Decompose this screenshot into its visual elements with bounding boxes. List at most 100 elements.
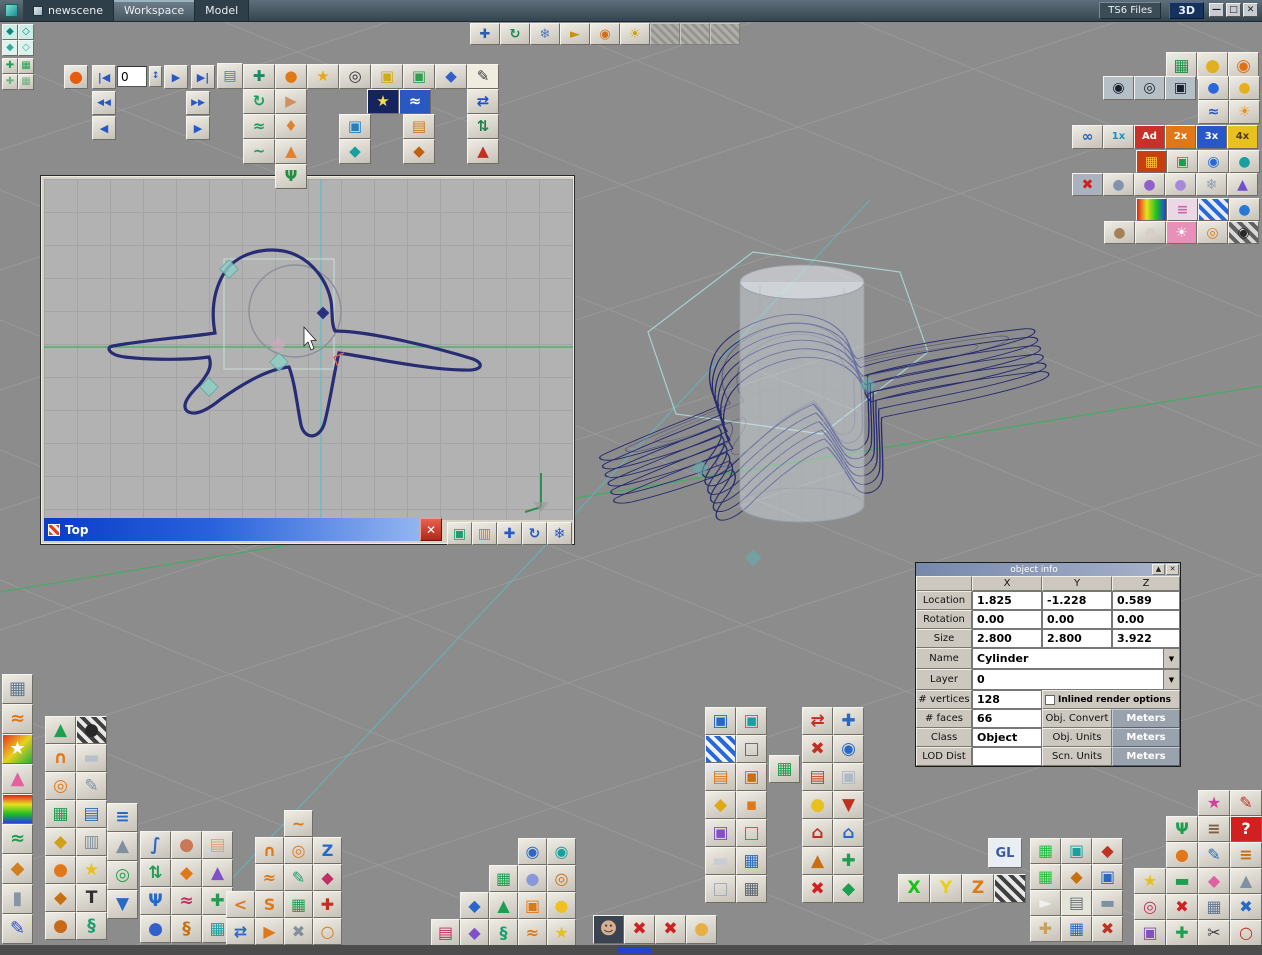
- notepad-icon[interactable]: ▤: [1061, 890, 1092, 916]
- render-object-icon[interactable]: ▣: [1165, 76, 1196, 100]
- checker-toggle-icon[interactable]: [994, 874, 1026, 903]
- axis-z-button[interactable]: Z: [962, 874, 994, 903]
- point-select-icon[interactable]: ◇: [18, 24, 34, 40]
- knife-tool-icon[interactable]: ▲: [1230, 868, 1262, 894]
- particle-balls-icon[interactable]: ●: [1134, 173, 1165, 196]
- fiber-tool-icon[interactable]: Ψ: [1166, 816, 1198, 842]
- cylinder-tool-icon[interactable]: ▮: [2, 884, 33, 914]
- lathe-tool-icon[interactable]: ◎: [107, 861, 138, 890]
- spray2-tool-icon[interactable]: ★: [1134, 868, 1166, 894]
- water-tool-icon[interactable]: ≈: [399, 89, 431, 114]
- workspace-tab[interactable]: Workspace: [114, 0, 195, 21]
- ts6-files-button[interactable]: TS6 Files: [1099, 2, 1161, 19]
- flex-tool-icon[interactable]: ≈: [171, 887, 202, 915]
- uv-projection-icon[interactable]: ▦: [2, 674, 33, 704]
- white-cube-icon[interactable]: □: [736, 735, 767, 763]
- prism-material-icon[interactable]: ▲: [1227, 173, 1258, 196]
- stamp-tool-icon[interactable]: ▣: [1134, 920, 1166, 946]
- curve-tool-icon[interactable]: ~: [243, 139, 275, 164]
- minimize-button[interactable]: —: [1209, 3, 1224, 17]
- checker-sphere-icon[interactable]: ◉: [1228, 221, 1259, 244]
- glow-sun-icon[interactable]: ☀: [1229, 100, 1260, 124]
- object-move-icon[interactable]: ✚: [470, 23, 500, 45]
- torus-primitive-icon[interactable]: ◎: [339, 64, 371, 89]
- matte-sphere-icon[interactable]: ●: [1103, 173, 1134, 196]
- vertex-tool-icon[interactable]: ◆: [460, 892, 489, 919]
- deform-mesh-icon[interactable]: ≈: [518, 919, 547, 946]
- gold-vase-icon[interactable]: ◆: [45, 828, 76, 856]
- plasma-material-icon[interactable]: ▦: [1136, 150, 1167, 173]
- render-scene-icon[interactable]: ◉: [1103, 76, 1134, 100]
- hand-tool-icon[interactable]: ▶: [275, 89, 307, 114]
- point-scale-icon[interactable]: ◇: [18, 40, 34, 56]
- cursor-arrow-icon[interactable]: ►: [1030, 890, 1061, 916]
- align-tool-icon[interactable]: ⇅: [467, 114, 499, 139]
- clay-sphere-icon[interactable]: ●: [1104, 221, 1135, 244]
- hand-display-icon[interactable]: ✚: [1030, 916, 1061, 942]
- joint-tool-icon[interactable]: ◆: [171, 859, 202, 887]
- blue-cube-icon[interactable]: ▣: [1092, 864, 1123, 890]
- wire-sphere-icon[interactable]: ◉: [518, 838, 547, 865]
- sketch-tool-icon[interactable]: ✎: [467, 64, 499, 89]
- eject-axis-icon[interactable]: ▲: [467, 139, 499, 164]
- bevel-tool-icon[interactable]: ▲: [107, 832, 138, 861]
- weld-points-icon[interactable]: ✚: [313, 891, 342, 918]
- close-button[interactable]: ✕: [1243, 3, 1258, 17]
- grid-tool-icon[interactable]: ▦: [736, 875, 767, 903]
- pink-gem-icon[interactable]: ◆: [1198, 868, 1230, 894]
- axes-snap-icon[interactable]: ✚: [2, 74, 18, 90]
- red-plane-icon[interactable]: ▤: [802, 763, 833, 791]
- sketch-plane-icon[interactable]: ✎: [76, 772, 107, 800]
- rainbow-strip-icon[interactable]: [2, 794, 33, 824]
- paint-tool-icon[interactable]: ✎: [2, 914, 33, 944]
- orange-sphere-icon[interactable]: ●: [45, 856, 76, 884]
- delete-display-icon[interactable]: ✖: [1092, 916, 1123, 942]
- subdivide-icon[interactable]: ▦: [284, 891, 313, 918]
- prism-tool-icon[interactable]: ▲: [2, 764, 33, 794]
- tip-tool-icon[interactable]: ▼: [107, 890, 138, 919]
- tape-tool-icon[interactable]: ◎: [1134, 894, 1166, 920]
- cancel-paint-icon[interactable]: ✖: [1230, 894, 1262, 920]
- stereo-view-icon[interactable]: ∞: [1072, 125, 1103, 149]
- hair-tool-icon[interactable]: ≡: [1198, 816, 1230, 842]
- chick-icon[interactable]: ●: [547, 892, 576, 919]
- ring-material-icon[interactable]: ◎: [1197, 221, 1228, 244]
- mirror-axis-icon[interactable]: ⇄: [802, 707, 833, 735]
- grid-panel-icon[interactable]: ▦: [736, 847, 767, 875]
- frame-tool-icon[interactable]: □: [705, 875, 736, 903]
- dynamics-ball-icon[interactable]: ●: [140, 915, 171, 943]
- sphere-primitive-icon[interactable]: ●: [275, 64, 307, 89]
- delete-all-icon[interactable]: ✖: [655, 915, 686, 944]
- no-render-icon[interactable]: ✖: [1072, 173, 1103, 196]
- paint-view-icon[interactable]: ▣: [447, 522, 472, 545]
- corner-curve-icon[interactable]: <: [226, 891, 255, 918]
- delete-object-icon[interactable]: ✖: [624, 915, 655, 944]
- solid-cube-icon[interactable]: ▣: [1061, 838, 1092, 864]
- amber-vase-icon[interactable]: ◆: [2, 854, 33, 884]
- checker-map-icon[interactable]: [1198, 198, 1229, 221]
- checker-ball-icon[interactable]: ●: [76, 716, 107, 744]
- 3d-view-button[interactable]: 3D: [1169, 2, 1204, 19]
- res-4x-button[interactable]: 4x: [1227, 125, 1258, 149]
- spot-light-icon[interactable]: ▼: [833, 791, 864, 819]
- help-button[interactable]: ?: [1230, 816, 1262, 842]
- glue-paint-icon[interactable]: ✚: [1166, 920, 1198, 946]
- world-axes-icon[interactable]: ✚: [243, 64, 275, 89]
- wave-tool-icon[interactable]: ≈: [2, 824, 33, 854]
- grab-object-icon[interactable]: ●: [686, 915, 717, 944]
- cancel-plane-icon[interactable]: ✖: [802, 875, 833, 903]
- boolean-tool-icon[interactable]: ◆: [339, 139, 371, 164]
- bump-material-icon[interactable]: ●: [1229, 150, 1260, 173]
- boolean-subtract-icon[interactable]: ◆: [460, 919, 489, 946]
- glue-tool-icon[interactable]: ►: [560, 23, 590, 45]
- res-1x-button[interactable]: 1x: [1103, 125, 1134, 149]
- glass-cube-icon[interactable]: □: [736, 819, 767, 847]
- glass-box-icon[interactable]: ▦: [769, 755, 800, 783]
- muscle-tool-icon[interactable]: ●: [171, 831, 202, 859]
- closed-curve-icon[interactable]: ◎: [284, 837, 313, 864]
- wireframe-cube2-icon[interactable]: ▦: [1030, 864, 1061, 890]
- star-material-icon[interactable]: ★: [2, 734, 33, 764]
- extend-curve-icon[interactable]: ▶: [255, 918, 284, 945]
- grid-snap-icon[interactable]: ✚: [2, 58, 18, 74]
- render-area-icon[interactable]: ◎: [1134, 76, 1165, 100]
